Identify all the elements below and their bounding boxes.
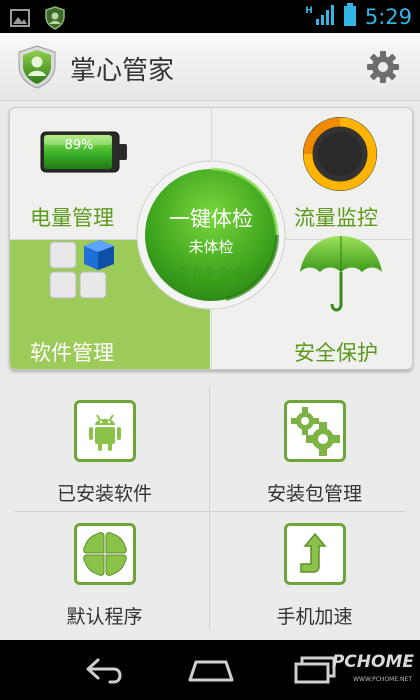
status-bar: H 5:29: [0, 0, 420, 33]
gears-icon: [284, 400, 346, 462]
battery-percent: 89%: [64, 138, 94, 153]
home-icon[interactable]: [186, 652, 236, 690]
clover-icon: [74, 523, 136, 585]
watermark-subtext: WWW.PCHOME.NET: [353, 676, 412, 683]
shield-logo-icon: [16, 44, 58, 94]
umbrella-icon: [296, 228, 386, 322]
back-icon[interactable]: [80, 652, 128, 690]
battery-full-icon: [40, 128, 130, 180]
one-click-checkup-button[interactable]: 一键体检 未体检 ☆☆☆☆☆: [136, 160, 286, 310]
clock: 5:29: [364, 5, 412, 29]
default-programs-button[interactable]: 默认程序: [0, 501, 209, 629]
arrow-up-icon: [284, 523, 346, 585]
software-management-label: 软件管理: [30, 341, 114, 365]
signal-icon: [315, 4, 335, 30]
network-type: H: [305, 6, 313, 16]
security-protection-label: 安全保护: [294, 341, 378, 365]
navigation-bar: PCHOME WWW.PCHOME.NET: [0, 640, 420, 700]
watermark-text: PCHOME: [331, 652, 414, 672]
watermark-logo: PCHOME WWW.PCHOME.NET: [331, 652, 414, 683]
software-blocks-icon: [48, 236, 118, 306]
gallery-icon: [10, 9, 30, 31]
shield-notification-icon: [44, 6, 66, 34]
tools-grid: 已安装软件 安装包管理 默认程序 手机加速: [0, 378, 420, 636]
phone-boost-label: 手机加速: [276, 606, 353, 628]
traffic-gauge-icon: [300, 114, 380, 198]
android-icon: [74, 400, 136, 462]
battery-icon: [343, 3, 357, 31]
rating-stars: ☆☆☆☆☆: [177, 264, 245, 280]
default-programs-label: 默认程序: [66, 606, 143, 628]
checkup-title: 一键体检: [169, 207, 253, 231]
gear-icon[interactable]: [366, 50, 400, 88]
checkup-status: 未体检: [188, 238, 234, 256]
app-header: 掌心管家: [0, 33, 420, 101]
main-panel: 89% 电量管理 流量监控 软件管理 安全保护 一键体检 未体检 ☆☆☆☆☆: [9, 107, 413, 370]
phone-boost-button[interactable]: 手机加速: [210, 501, 419, 629]
power-management-label: 电量管理: [30, 206, 114, 230]
app-title: 掌心管家: [70, 56, 175, 86]
package-management-button[interactable]: 安装包管理: [210, 378, 419, 506]
installed-apps-button[interactable]: 已安装软件: [0, 378, 209, 506]
